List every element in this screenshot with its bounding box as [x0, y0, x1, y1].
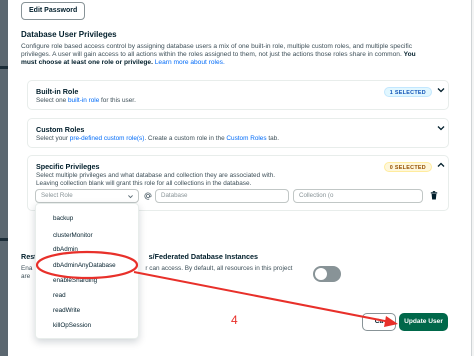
toggle-knob [315, 268, 327, 280]
custom-roles-subtitle: Select your pre-defined custom role(s). … [36, 135, 279, 142]
custom-roles-sub-suffix: tab. [268, 135, 280, 142]
dropdown-option-enablesharding[interactable]: enableSharding [53, 277, 97, 284]
builtin-role-title: Built-in Role [36, 87, 79, 96]
select-role-dropdown[interactable]: Select Role [35, 189, 139, 203]
annotation-step-number: 4 [231, 313, 238, 327]
chevron-down-icon[interactable] [436, 123, 446, 133]
restrict-access-desc-suffix: r can access. By default, all resources … [145, 265, 293, 272]
builtin-role-subtitle: Select one built-in role for this user. [36, 97, 136, 104]
dropdown-option-clustermonitor[interactable]: clusterMonitor [53, 232, 93, 239]
dropdown-option-killopsession[interactable]: killOpSession [53, 322, 91, 329]
custom-roles-title: Custom Roles [36, 125, 85, 134]
specific-privileges-badge: 0 SELECTED [383, 162, 432, 172]
section-title: Database User Privileges [21, 30, 117, 39]
dropdown-option-dbadmin[interactable]: dbAdmin [53, 246, 78, 253]
chevron-up-icon[interactable] [436, 160, 446, 170]
chevron-down-icon[interactable] [436, 85, 446, 95]
custom-roles-card[interactable]: Custom Roles Select your pre-defined cus… [27, 118, 449, 148]
edit-password-button[interactable]: Edit Password [21, 2, 86, 20]
restrict-access-toggle[interactable] [313, 266, 341, 282]
at-sign-icon [144, 192, 152, 200]
update-user-button[interactable]: Update User [399, 313, 448, 331]
dropdown-option-readwrite[interactable]: readWrite [53, 307, 80, 314]
builtin-role-link[interactable]: built-in role [68, 97, 99, 104]
cancel-button[interactable]: Ca [362, 313, 396, 331]
collection-placeholder: Collection (o [299, 192, 334, 199]
database-input[interactable]: Database [155, 189, 289, 203]
section-description: Configure role based access control by a… [21, 43, 449, 68]
builtin-role-card[interactable]: Built-in Role Select one built-in role f… [27, 80, 449, 110]
role-dropdown-menu: backup clusterMonitor dbAdmin dbAdminAny… [35, 203, 139, 339]
desc-bold: You [403, 51, 416, 59]
custom-roles-sub-middle: . Create a custom role in the [144, 135, 225, 142]
chevron-down-icon [128, 195, 133, 199]
restrict-access-desc-prefix: Ena [21, 265, 33, 272]
desc-line-1: Configure role based access control by a… [21, 43, 413, 50]
select-role-placeholder: Select Role [41, 192, 73, 199]
learn-more-link[interactable]: Learn more about roles. [155, 59, 225, 66]
dropdown-option-dbadminanydatabase[interactable]: dbAdminAnyDatabase [53, 262, 116, 269]
custom-roles-tab-link[interactable]: Custom Roles [226, 135, 266, 142]
custom-roles-sub-prefix: Select your [36, 135, 68, 142]
builtin-role-sub-prefix: Select one [36, 97, 67, 104]
specific-privileges-title: Specific Privileges [36, 162, 100, 171]
background-mark [0, 238, 8, 241]
specific-privileges-sub-line-2: Leaving collection blank will grant this… [36, 180, 252, 187]
desc-line-2: privileges. A user will gain access to a… [21, 51, 402, 59]
database-placeholder: Database [161, 192, 188, 199]
specific-privileges-sub-line-1: Select multiple privileges and what data… [36, 172, 276, 179]
dropdown-option-read[interactable]: read [53, 292, 66, 299]
trash-icon[interactable] [430, 191, 438, 200]
dropdown-option-backup[interactable]: backup [53, 215, 73, 222]
specific-privileges-subtitle: Select multiple privileges and what data… [36, 172, 275, 188]
collection-input[interactable]: Collection (o [293, 189, 423, 203]
background-app-strip [0, 0, 8, 356]
background-mark [0, 66, 8, 69]
restrict-access-desc-line-2: are [21, 273, 31, 280]
restrict-access-title-suffix: s/Federated Database Instances [148, 252, 259, 261]
custom-roles-link[interactable]: pre-defined custom role(s) [70, 135, 145, 142]
builtin-role-badge: 1 SELECTED [383, 87, 432, 97]
desc-line-3: must choose at least one role or privile… [21, 59, 153, 67]
builtin-role-sub-suffix: for this user. [101, 97, 136, 104]
